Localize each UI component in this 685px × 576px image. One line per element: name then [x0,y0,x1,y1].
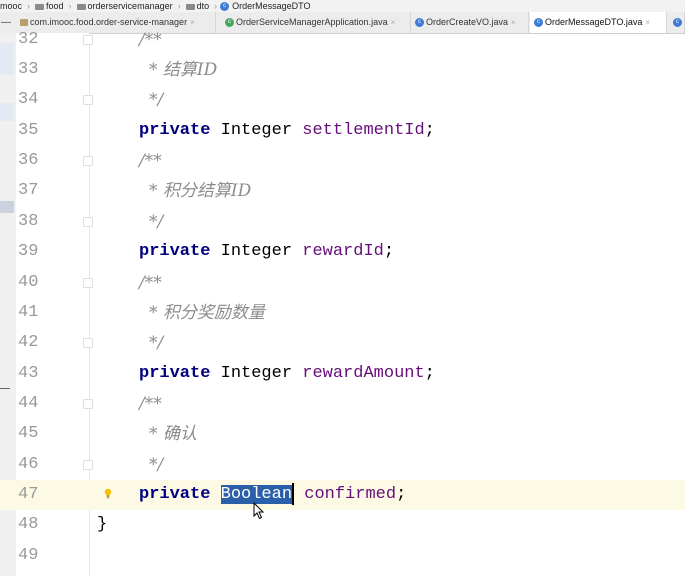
comment-text: /** [139,273,162,293]
line-number: 38 [18,212,39,231]
breadcrumb-separator: › [214,1,218,11]
line-number: 32 [18,30,39,49]
breadcrumb-item-food[interactable]: food [46,0,64,12]
comment-text: */ [149,455,164,475]
fold-icon[interactable] [83,35,93,45]
code-line[interactable]: 34 */ [0,85,685,115]
keyword: private [139,121,211,140]
punctuation: ; [424,121,435,140]
code-line[interactable]: 39 private Integer rewardId; [0,237,685,267]
line-number: 39 [18,242,39,261]
code-line[interactable]: 36 /** [0,146,685,176]
line-number: 48 [18,515,39,534]
field-name: settlementId [302,121,425,140]
line-number: 43 [18,364,39,383]
comment-text: /** [139,151,162,171]
line-number: 36 [18,151,39,170]
type-name: Integer [220,364,293,383]
code-line[interactable]: 40 /** [0,268,685,298]
field-name: confirmed [304,485,397,504]
punctuation: ; [383,242,395,261]
lightbulb-icon[interactable] [103,488,113,500]
line-number: 46 [18,455,39,474]
type-name: Integer [220,242,293,261]
breadcrumb-separator: › [27,1,31,11]
code-line[interactable]: 48 } [0,510,685,540]
line-number: 33 [18,60,39,79]
fold-icon[interactable] [83,460,93,470]
keyword: private [139,364,211,383]
fold-icon[interactable] [83,95,93,105]
breadcrumb: mooc › food › orderservicemanager › dto › c Order… [0,0,685,12]
fold-icon[interactable] [83,278,93,288]
folder-icon [76,3,86,10]
type-name: Integer [220,121,293,140]
breadcrumb-separator: › [68,1,72,11]
closing-brace: } [97,515,108,534]
punctuation: ; [424,364,435,383]
breadcrumb-item-dto[interactable]: dto [197,0,210,12]
punctuation: ; [396,485,407,504]
fold-icon[interactable] [83,156,93,166]
code-line[interactable]: 45 * 确认 [0,419,685,449]
breadcrumb-item-mooc[interactable]: mooc [0,0,22,12]
line-number: 40 [18,273,39,292]
line-number: 42 [18,333,39,352]
breadcrumb-item-ordermessagedto[interactable]: OrderMessageDTO [232,0,310,12]
breadcrumb-separator: › [177,1,181,11]
folder-icon [185,3,195,10]
comment-text: * 确认 [149,424,197,444]
fold-icon[interactable] [83,217,93,227]
code-line[interactable]: 42 */ [0,328,685,358]
fold-icon[interactable] [83,338,93,348]
text-caret [292,482,295,505]
code-editor[interactable]: 32 /** 33 * 结算ID 34 */ 35 private Intege… [0,30,685,576]
class-icon: c [220,2,230,12]
line-number: 35 [18,121,39,140]
line-number: 41 [18,303,39,322]
line-number: 49 [18,546,39,565]
code-line[interactable]: 38 */ [0,207,685,237]
comment-text: /** [139,30,162,50]
code-line[interactable]: 37 * 积分结算ID [0,176,685,206]
comment-text: * 结算ID [149,60,218,80]
comment-text: */ [149,90,164,110]
line-number: 44 [18,394,39,413]
breadcrumb-item-orderservicemanager[interactable]: orderservicemanager [88,0,173,12]
field-name: rewardId [302,242,384,261]
comment-text: * 积分结算ID [149,181,252,201]
line-number: 34 [18,90,39,109]
code-line-current[interactable]: 47 private Boolean confirmed; [0,480,685,510]
comment-text: */ [149,333,164,353]
mouse-pointer-icon [253,502,265,520]
comment-text: /** [139,394,162,414]
keyword: private [139,485,211,504]
code-line[interactable]: 35 private Integer settlementId; [0,116,685,146]
comment-text: * 积分奖励数量 [149,303,265,323]
line-number: 45 [18,424,39,443]
code-line[interactable]: 49 [0,541,685,571]
code-line[interactable]: 41 * 积分奖励数量 [0,298,685,328]
fold-icon[interactable] [83,399,93,409]
folder-icon [35,3,45,10]
line-number: 47 [18,485,39,504]
code-line[interactable]: 46 */ [0,450,685,480]
code-line[interactable]: 32 /** [0,25,685,55]
code-line[interactable]: 33 * 结算ID [0,55,685,85]
comment-text: */ [149,212,164,232]
code-line[interactable]: 43 private Integer rewardAmount; [0,359,685,389]
code-line[interactable]: 44 /** [0,389,685,419]
keyword: private [139,242,211,261]
line-number: 37 [18,181,39,200]
field-name: rewardAmount [302,364,425,383]
